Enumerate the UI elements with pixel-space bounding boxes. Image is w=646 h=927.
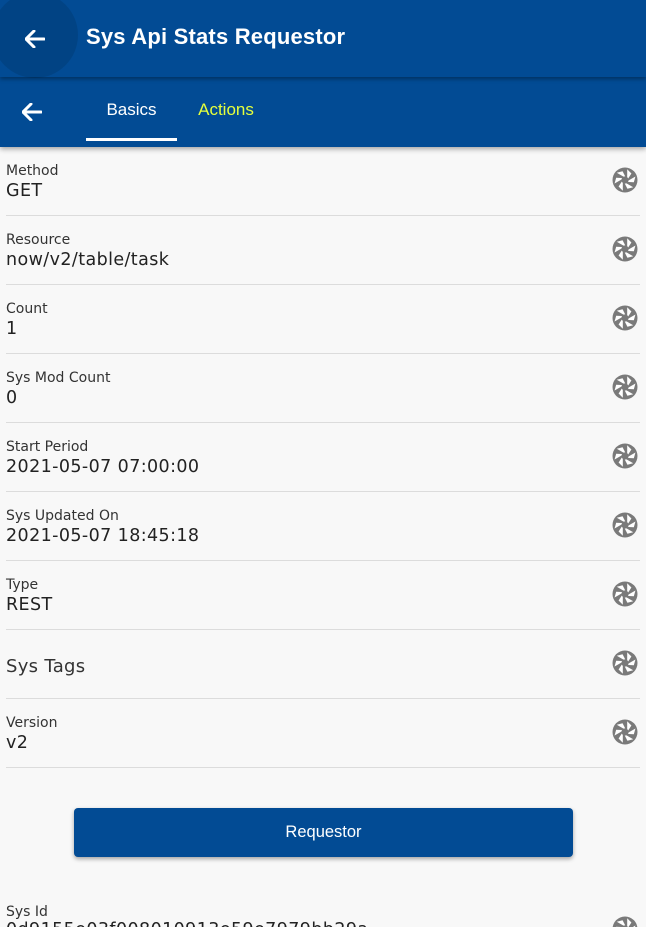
field-row-version[interactable]: Version v2: [6, 699, 640, 768]
aperture-icon[interactable]: [612, 374, 638, 400]
arrow-left-icon: [25, 29, 45, 48]
field-row-resource[interactable]: Resource now/v2/table/task: [6, 216, 640, 285]
field-label: Count: [6, 301, 48, 317]
aperture-icon[interactable]: [612, 305, 638, 331]
field-value: 1: [6, 319, 18, 339]
field-label: Method: [6, 163, 59, 179]
aperture-icon[interactable]: [612, 581, 638, 607]
aperture-icon[interactable]: [612, 512, 638, 538]
arrow-left-icon: [22, 103, 42, 121]
field-row-sys-tags[interactable]: Sys Tags: [6, 630, 640, 699]
field-label: Start Period: [6, 439, 89, 455]
aperture-icon[interactable]: [612, 236, 638, 262]
field-row-sys-mod-count[interactable]: Sys Mod Count 0: [6, 354, 640, 423]
field-label: Sys Tags: [6, 656, 86, 677]
field-label: Sys Mod Count: [6, 370, 111, 386]
requestor-button[interactable]: Requestor: [74, 808, 573, 857]
aperture-icon[interactable]: [612, 167, 638, 193]
field-label: Version: [6, 715, 58, 731]
field-value: GET: [6, 181, 43, 201]
field-list: Method GET Resource now/v2/table/task Co…: [0, 147, 646, 768]
page-title: Sys Api Stats Requestor: [86, 24, 346, 49]
aperture-icon[interactable]: [612, 916, 638, 927]
aperture-icon[interactable]: [612, 719, 638, 745]
field-value: 2021-05-07 18:45:18: [6, 526, 200, 546]
field-label: Sys Id: [6, 904, 48, 920]
app-bar: Sys Api Stats Requestor: [0, 0, 646, 78]
tab-bar: Basics Actions: [0, 77, 646, 147]
field-value: now/v2/table/task: [6, 250, 170, 270]
field-value: v2: [6, 733, 29, 753]
field-value: 0: [6, 388, 18, 408]
field-value: 2021-05-07 07:00:00: [6, 457, 200, 477]
aperture-icon[interactable]: [612, 650, 638, 676]
field-row-method[interactable]: Method GET: [6, 147, 640, 216]
field-row-type[interactable]: Type REST: [6, 561, 640, 630]
active-tab-indicator: [86, 138, 177, 141]
field-row-sys-updated-on[interactable]: Sys Updated On 2021-05-07 18:45:18: [6, 492, 640, 561]
field-value: 0d9155e03f008010913e59e7979bb29a: [6, 920, 369, 927]
tab-actions[interactable]: Actions: [182, 77, 270, 143]
aperture-icon[interactable]: [612, 443, 638, 469]
field-label: Sys Updated On: [6, 508, 119, 524]
tab-basics[interactable]: Basics: [86, 77, 177, 143]
field-label: Type: [6, 577, 39, 593]
field-row-sys-id[interactable]: Sys Id 0d9155e03f008010913e59e7979bb29a: [6, 896, 640, 927]
field-value: REST: [6, 595, 53, 615]
back-button[interactable]: [0, 0, 78, 78]
tab-back-button[interactable]: [0, 77, 64, 147]
field-label: Resource: [6, 232, 71, 248]
field-row-start-period[interactable]: Start Period 2021-05-07 07:00:00: [6, 423, 640, 492]
field-row-count[interactable]: Count 1: [6, 285, 640, 354]
